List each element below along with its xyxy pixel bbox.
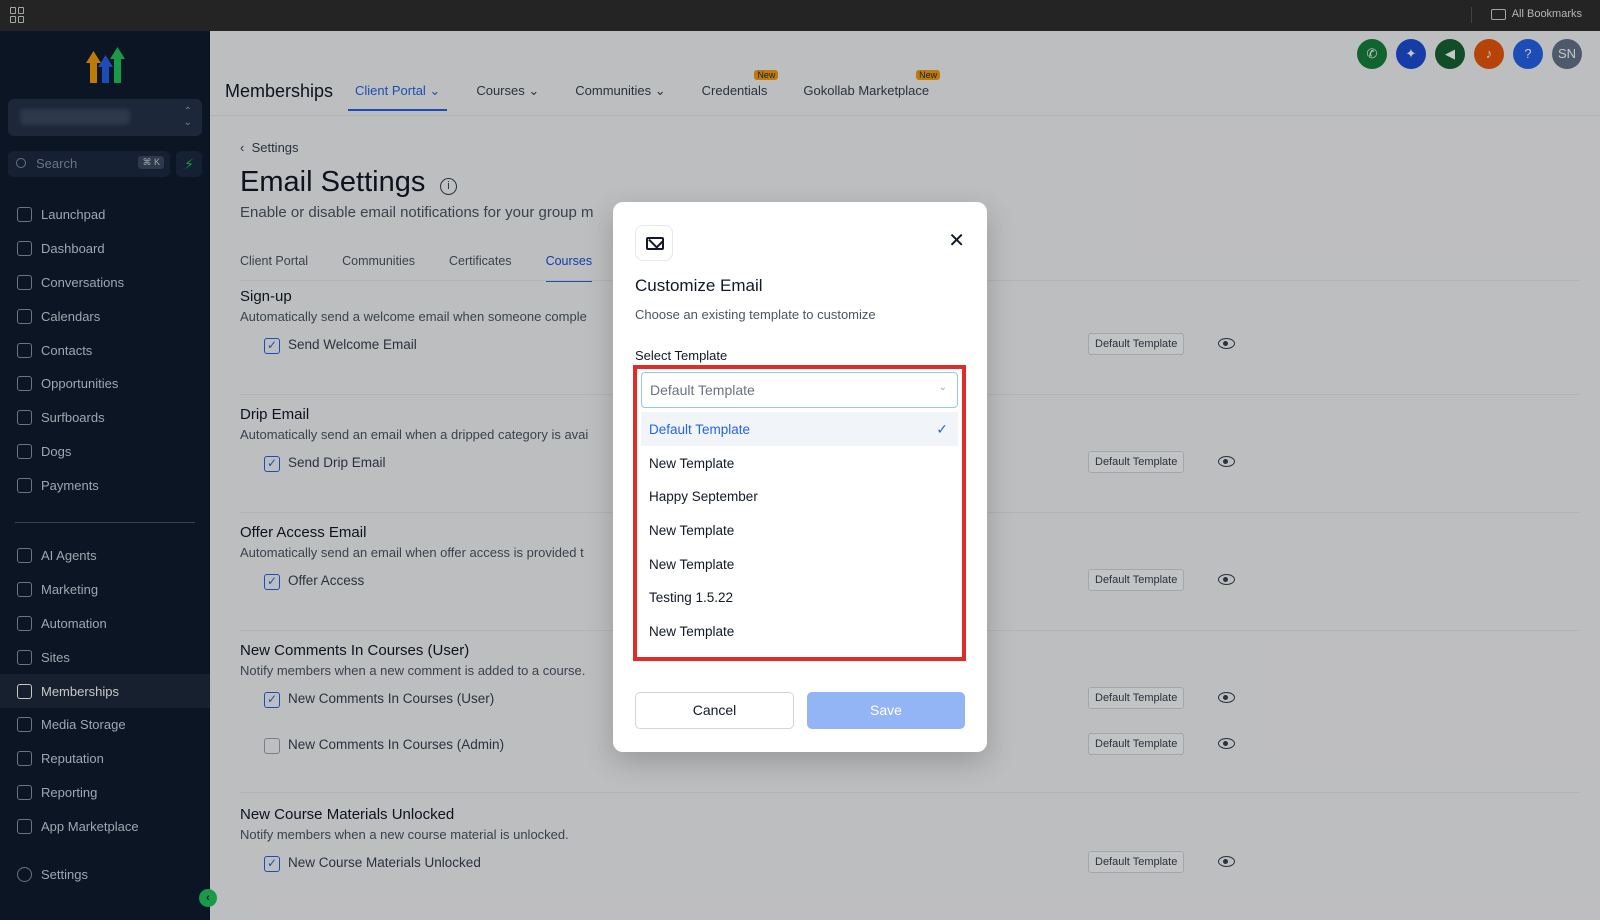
mail-icon: [635, 225, 673, 261]
save-button[interactable]: Save: [807, 692, 965, 729]
customize-email-modal: ✕ Customize Email Choose an existing tem…: [613, 202, 987, 752]
select-template-label: Select Template: [635, 348, 728, 363]
cancel-button[interactable]: Cancel: [635, 692, 794, 729]
modal-title: Customize Email: [635, 276, 763, 295]
close-icon[interactable]: ✕: [948, 228, 965, 253]
highlight-annotation-box: [633, 365, 966, 661]
modal-description: Choose an existing template to customize: [635, 307, 876, 322]
